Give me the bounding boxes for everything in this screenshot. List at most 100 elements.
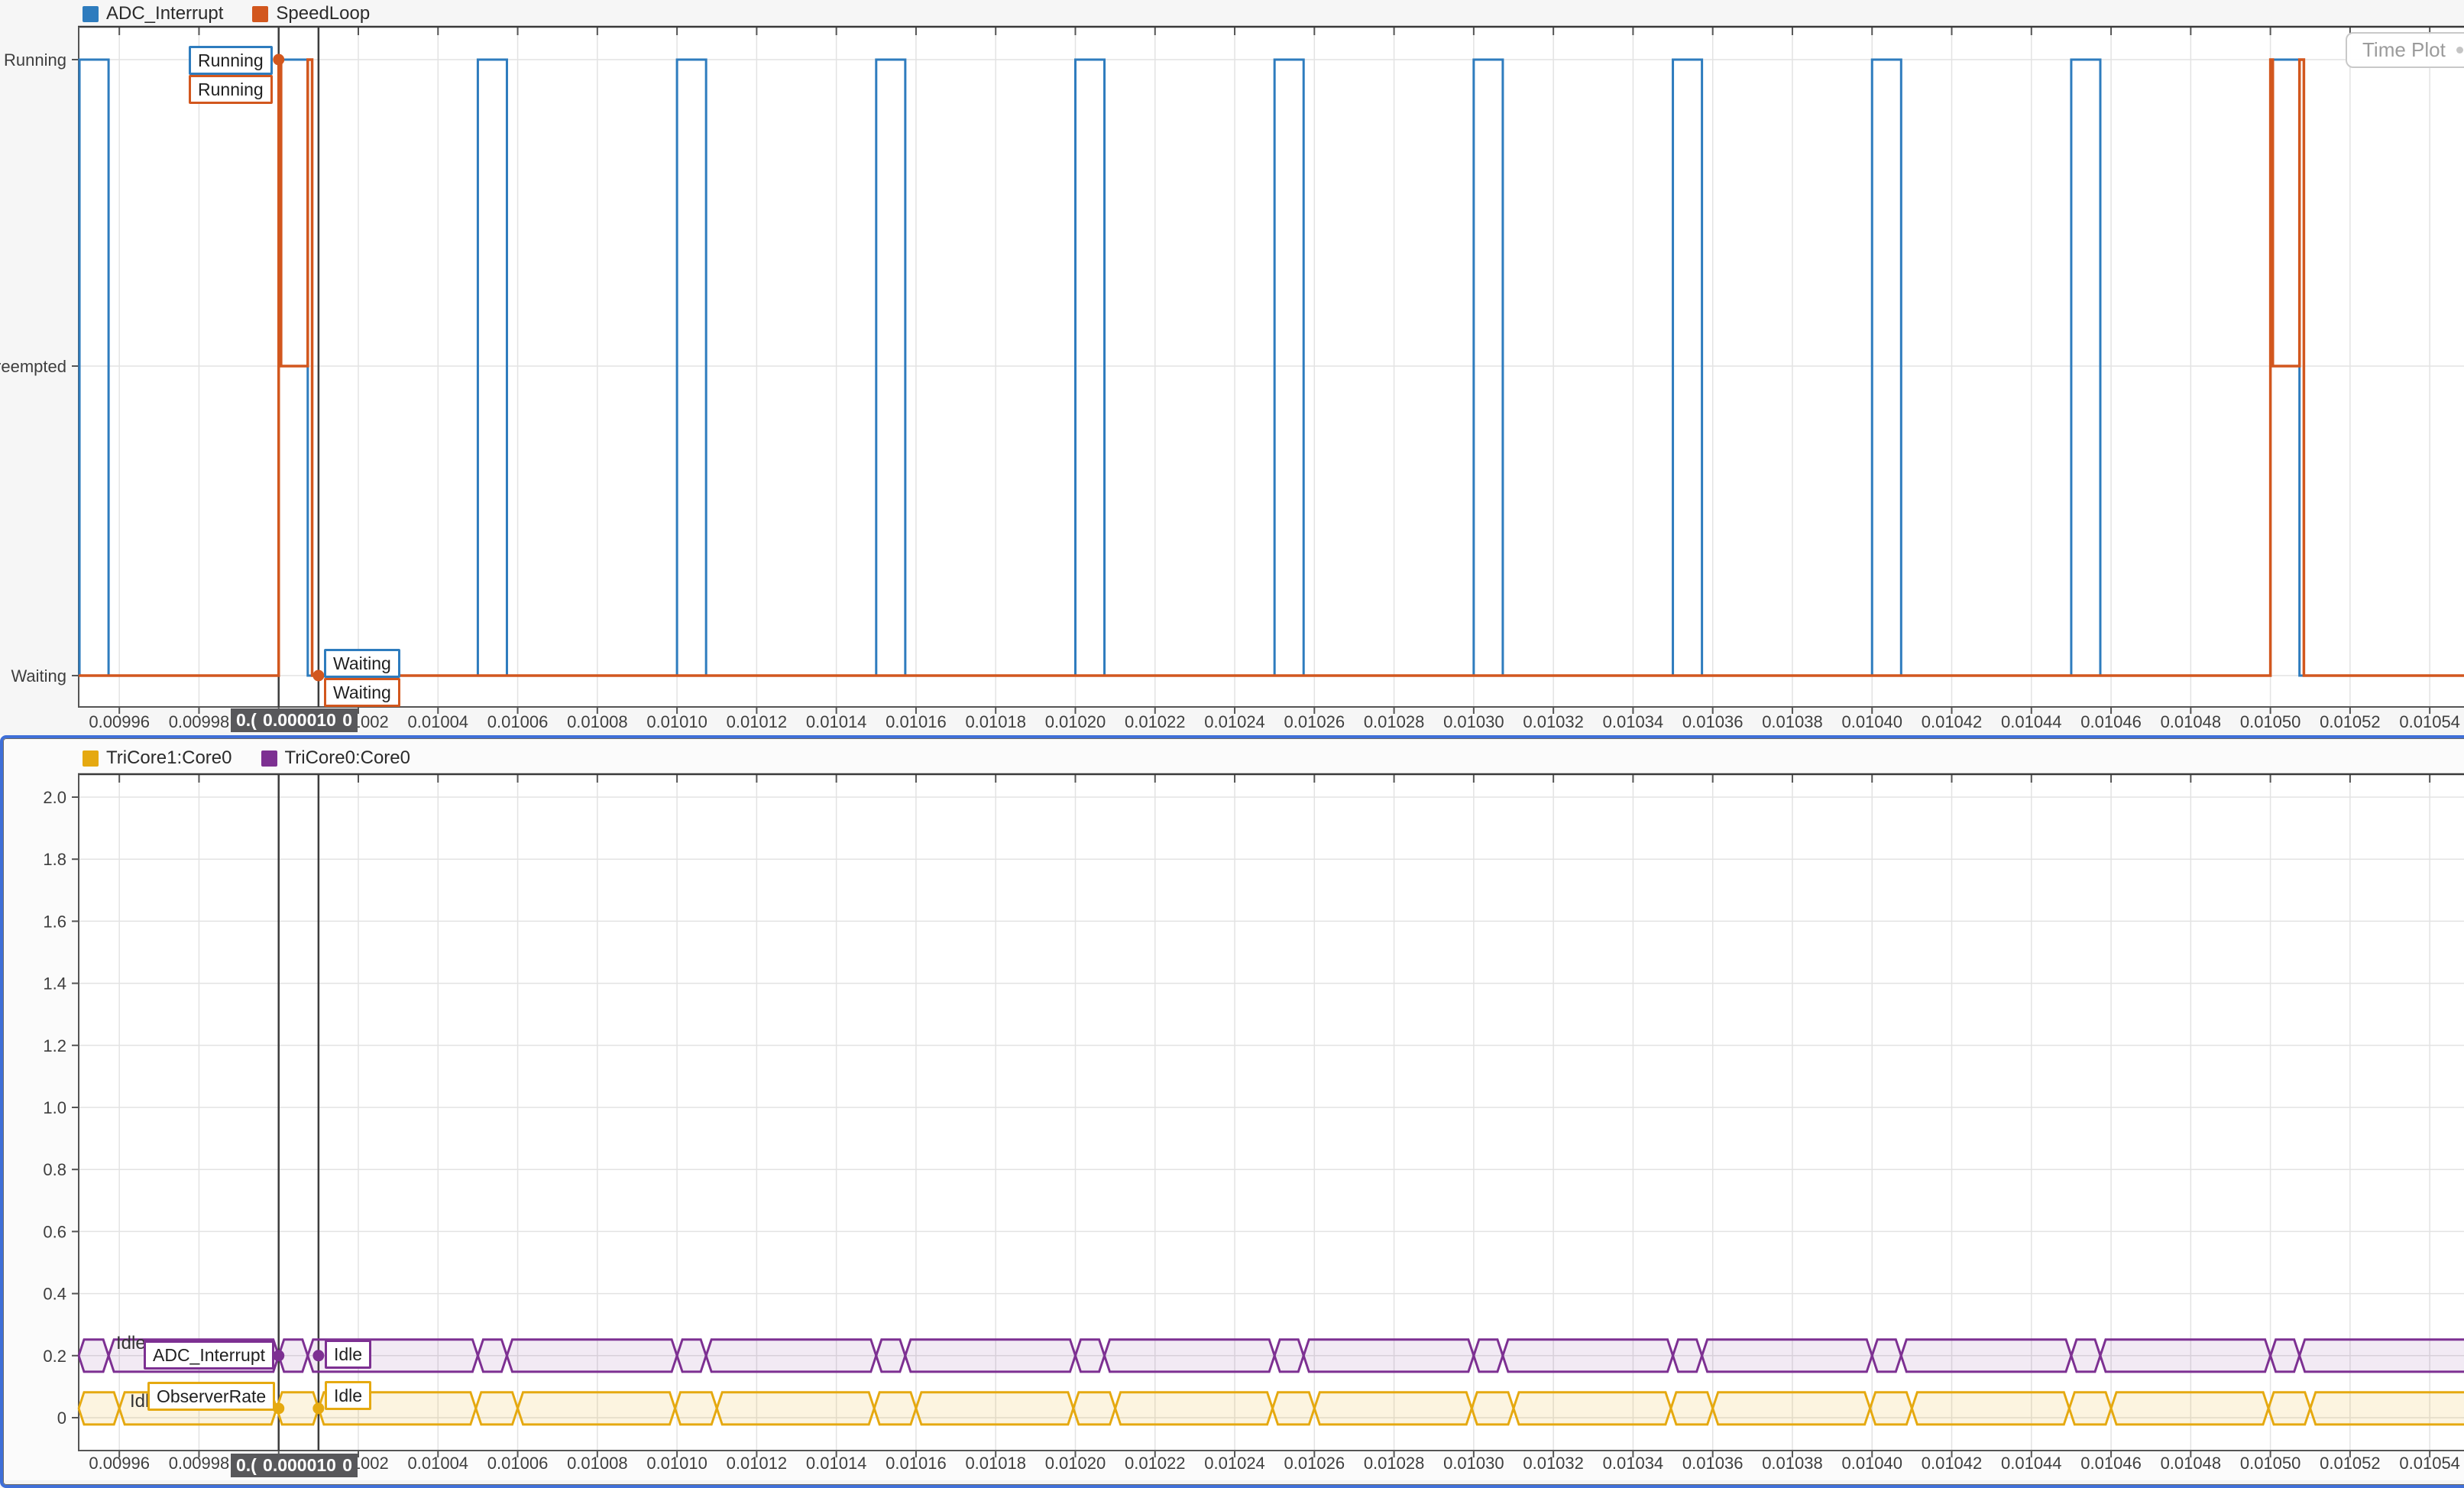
cursor-delta-value: 0.000010 xyxy=(263,710,336,731)
time-plot-menu-button[interactable]: Time Plot xyxy=(2346,32,2464,68)
y-tick-label: 0.4 xyxy=(43,1285,66,1304)
x-tick-label: 0.01008 xyxy=(567,1454,628,1473)
cursor2-time-clipped: 0 xyxy=(342,1455,352,1476)
x-tick-label: 0.01050 xyxy=(2240,1454,2301,1473)
x-tick-label: 0.01032 xyxy=(1523,1454,1584,1473)
adc-interrupt-swatch-icon xyxy=(83,6,99,22)
legend-label: TriCore0:Core0 xyxy=(285,747,411,769)
x-tick-label: 0.01014 xyxy=(806,1454,867,1473)
x-tick-label: 0.01004 xyxy=(408,1454,469,1473)
x-tick-label: 0.01018 xyxy=(965,712,1026,731)
x-tick-label: 0.01024 xyxy=(1204,1454,1265,1473)
speedloop-swatch-icon xyxy=(252,6,268,22)
cursor1-value-speedloop: Running xyxy=(189,75,273,104)
x-tick-label: 0.01034 xyxy=(1603,712,1664,731)
x-tick-label: 0.01046 xyxy=(2080,1454,2142,1473)
x-tick-label: 0.01046 xyxy=(2080,712,2142,731)
x-tick-label: 0.01030 xyxy=(1443,1454,1504,1473)
cursor1-time-clipped: 0.( xyxy=(236,710,257,731)
legend-label: SpeedLoop xyxy=(276,3,370,24)
x-tick-label: 0.01042 xyxy=(1922,1454,1983,1473)
legend-label: TriCore1:Core0 xyxy=(106,747,232,769)
x-tick-label: 0.01012 xyxy=(727,1454,788,1473)
x-tick-label: 0.01016 xyxy=(886,712,947,731)
x-tick-label: 0.01050 xyxy=(2240,712,2301,731)
x-tick-label: 0.01024 xyxy=(1204,712,1265,731)
y-tick-label: 0 xyxy=(57,1409,66,1428)
cursor-delta-readout[interactable]: 0.( 0.000010 0 xyxy=(231,708,358,732)
x-tick-label: 0.01020 xyxy=(1045,712,1106,731)
x-tick-label: 0.01004 xyxy=(408,712,469,731)
ellipsis-menu-icon xyxy=(2456,47,2464,53)
cursor2-value-speedloop: Waiting xyxy=(324,678,400,707)
x-tick-label: 0.00998 xyxy=(169,1454,230,1473)
y-category-label: Waiting xyxy=(11,666,66,686)
y-tick-label: 0.8 xyxy=(43,1160,66,1179)
top-legend: ADC_Interrupt SpeedLoop xyxy=(83,3,370,24)
x-tick-label: 0.01022 xyxy=(1125,712,1186,731)
cursor2-marker-TriCore0:Core0 xyxy=(312,1350,324,1361)
x-tick-label: 0.01054 xyxy=(2399,712,2460,731)
cursor1-marker-TriCore0:Core0 xyxy=(273,1350,284,1361)
x-tick-label: 0.01030 xyxy=(1443,712,1504,731)
x-tick-label: 0.00996 xyxy=(89,712,150,731)
x-tick-label: 0.01006 xyxy=(487,1454,549,1473)
legend-item-speedloop[interactable]: SpeedLoop xyxy=(252,3,370,24)
tricore0-state-label-idle: Idle xyxy=(116,1333,146,1354)
plot-type-label: Time Plot xyxy=(2362,38,2446,62)
cursor2-value-adc: Waiting xyxy=(324,649,400,678)
y-tick-label: 1.8 xyxy=(43,850,66,869)
x-tick-label: 0.01044 xyxy=(2001,1454,2062,1473)
x-tick-label: 0.01012 xyxy=(727,712,788,731)
x-tick-label: 0.01036 xyxy=(1682,712,1744,731)
cursor1-value-tricore0: ADC_Interrupt xyxy=(144,1340,274,1370)
x-tick-label: 0.01038 xyxy=(1762,1454,1823,1473)
bottom-subplot-panel: 0.009960.009980.010000.010020.010040.010… xyxy=(0,735,2464,1480)
x-tick-label: 0.01006 xyxy=(487,712,549,731)
tricore1-swatch-icon xyxy=(83,750,99,767)
cursor2-marker-TriCore1:Core0 xyxy=(312,1402,324,1414)
cursor-delta-readout[interactable]: 0.( 0.000010 0 xyxy=(231,1454,358,1477)
x-tick-label: 0.01044 xyxy=(2001,712,2062,731)
bottom-legend: TriCore1:Core0 TriCore0:Core0 xyxy=(83,747,410,769)
legend-item-adc-interrupt[interactable]: ADC_Interrupt xyxy=(83,3,223,24)
cursor2-value-tricore0: Idle xyxy=(325,1340,371,1369)
x-tick-label: 0.01010 xyxy=(646,712,707,731)
x-tick-label: 0.01026 xyxy=(1284,712,1345,731)
x-tick-label: 0.01040 xyxy=(1841,712,1902,731)
cursor-delta-value: 0.000010 xyxy=(263,1455,336,1476)
cursor2-time-clipped: 0 xyxy=(342,710,352,731)
x-tick-label: 0.01052 xyxy=(2320,712,2381,731)
y-tick-label: 0.6 xyxy=(43,1222,66,1241)
legend-item-tricore1-core0[interactable]: TriCore1:Core0 xyxy=(83,747,232,769)
cursor1-value-adc: Running xyxy=(189,46,273,75)
cursor1-marker-speedloop xyxy=(273,54,284,66)
x-tick-label: 0.01014 xyxy=(806,712,867,731)
x-tick-label: 0.01022 xyxy=(1125,1454,1186,1473)
x-tick-label: 0.01008 xyxy=(567,712,628,731)
y-tick-label: 0.2 xyxy=(43,1347,66,1366)
sdi-trace-view: { "cursor_readout": { "left_value_clippe… xyxy=(0,0,2464,1474)
x-tick-label: 0.01018 xyxy=(965,1454,1026,1473)
task-state-plot-canvas[interactable]: 0.009960.009980.010000.010020.010040.010… xyxy=(0,0,2464,732)
x-tick-label: 0.00996 xyxy=(89,1454,150,1473)
cursor1-value-tricore1: ObserverRate xyxy=(147,1382,275,1411)
x-tick-label: 0.01048 xyxy=(2161,712,2222,731)
x-tick-label: 0.01048 xyxy=(2161,1454,2222,1473)
x-tick-label: 0.01054 xyxy=(2399,1454,2460,1473)
y-category-label: Preempted xyxy=(0,357,66,376)
y-category-label: Running xyxy=(4,50,66,70)
x-tick-label: 0.01042 xyxy=(1922,712,1983,731)
x-tick-label: 0.01026 xyxy=(1284,1454,1345,1473)
x-tick-label: 0.01052 xyxy=(2320,1454,2381,1473)
y-tick-label: 1.0 xyxy=(43,1098,66,1117)
plot-area-background xyxy=(79,27,2464,707)
x-tick-label: 0.01028 xyxy=(1364,1454,1425,1473)
cursor1-time-clipped: 0.( xyxy=(236,1455,257,1476)
x-tick-label: 0.01036 xyxy=(1682,1454,1744,1473)
y-tick-label: 1.6 xyxy=(43,912,66,931)
x-tick-label: 0.01016 xyxy=(886,1454,947,1473)
legend-item-tricore0-core0[interactable]: TriCore0:Core0 xyxy=(261,747,411,769)
x-tick-label: 0.01032 xyxy=(1523,712,1584,731)
tricore0-swatch-icon xyxy=(261,750,277,767)
